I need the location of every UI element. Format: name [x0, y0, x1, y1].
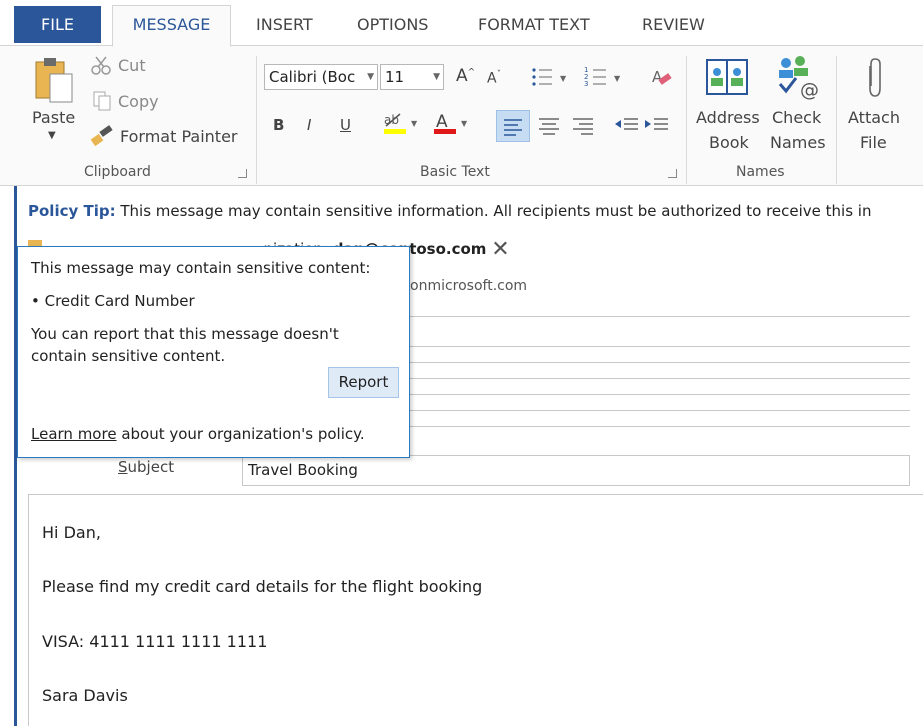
- align-right-icon[interactable]: [568, 110, 598, 144]
- learn-more-tail: about your organization's policy.: [121, 425, 365, 443]
- align-center-icon[interactable]: [534, 110, 564, 144]
- font-size-combo[interactable]: 11 ▼: [380, 64, 444, 90]
- body-signature: Sara Davis: [42, 686, 128, 705]
- popup-line-3: You can report that this message doesn't: [31, 325, 339, 343]
- decrease-indent-icon[interactable]: [612, 110, 642, 144]
- font-name-combo[interactable]: Calibri (Boc ▼: [264, 64, 378, 90]
- scissors-icon[interactable]: [90, 55, 114, 81]
- tab-review[interactable]: REVIEW: [628, 6, 719, 46]
- address-book-icon[interactable]: [704, 56, 750, 104]
- font-name-value: Calibri (Boc: [269, 68, 356, 86]
- shrink-font-icon[interactable]: Aˇ: [487, 70, 501, 87]
- group-separator: [256, 56, 257, 184]
- clipboard-group-label: Clipboard: [84, 164, 151, 180]
- paste-icon[interactable]: [32, 56, 76, 110]
- increase-indent-icon[interactable]: [642, 110, 672, 144]
- header-divider: [410, 346, 910, 347]
- address-book-label-2: Book: [709, 133, 749, 152]
- numbering-icon[interactable]: 1 2 3 ▼: [584, 64, 628, 94]
- popup-sensitive-type: • Credit Card Number: [31, 292, 195, 310]
- paste-button[interactable]: Paste: [32, 108, 75, 127]
- tab-file[interactable]: FILE: [14, 6, 101, 43]
- group-separator: [686, 56, 687, 184]
- ribbon-tabbar: FILE MESSAGE INSERT OPTIONS FORMAT TEXT …: [0, 0, 923, 47]
- body-line-2: VISA: 4111 1111 1111 1111: [42, 632, 268, 651]
- report-button[interactable]: Report: [328, 367, 399, 398]
- tab-message[interactable]: MESSAGE: [112, 5, 231, 47]
- header-divider: [410, 316, 910, 317]
- grow-font-icon[interactable]: A^: [456, 66, 475, 86]
- svg-text:@: @: [800, 79, 819, 100]
- body-greeting: Hi Dan,: [42, 523, 101, 542]
- paperclip-icon[interactable]: [862, 56, 886, 104]
- svg-text:▼: ▼: [411, 119, 418, 128]
- policy-tip-popup: This message may contain sensitive conte…: [17, 246, 410, 458]
- format-painter-button[interactable]: Format Painter: [120, 127, 237, 146]
- message-body[interactable]: Hi Dan, Please find my credit card detai…: [28, 494, 923, 726]
- clipboard-launcher-icon[interactable]: [238, 169, 247, 178]
- learn-more-link[interactable]: Learn more: [31, 425, 117, 443]
- close-icon[interactable]: ✕: [491, 237, 509, 262]
- policy-tip-bar[interactable]: Policy Tip: This message may contain sen…: [28, 202, 923, 220]
- font-color-icon[interactable]: A ▼: [432, 109, 472, 141]
- names-group-label: Names: [736, 164, 785, 180]
- align-left-icon: [504, 119, 522, 136]
- header-divider: [410, 378, 910, 379]
- svg-text:▼: ▼: [614, 74, 621, 83]
- align-left-button[interactable]: [496, 110, 530, 142]
- bullets-icon[interactable]: ▼: [530, 64, 574, 94]
- format-painter-icon[interactable]: [90, 124, 116, 150]
- svg-text:3: 3: [584, 80, 588, 88]
- subject-field[interactable]: Travel Booking: [242, 455, 910, 486]
- recipient-domain-fragment: onmicrosoft.com: [410, 278, 528, 294]
- clear-formatting-icon[interactable]: A: [650, 64, 674, 94]
- address-book-button[interactable]: Address: [696, 108, 760, 127]
- highlight-icon[interactable]: ab ▼: [382, 109, 422, 141]
- attach-file-button[interactable]: Attach: [848, 108, 900, 127]
- subject-value: Travel Booking: [248, 461, 358, 479]
- svg-text:▼: ▼: [461, 119, 468, 128]
- italic-button[interactable]: I: [307, 116, 311, 134]
- bold-button[interactable]: B: [273, 116, 284, 134]
- ribbon: Paste ▼ Cut Copy Format Painter Clipboar…: [0, 46, 923, 186]
- basic-text-group-label: Basic Text: [420, 164, 490, 180]
- popup-line-1: This message may contain sensitive conte…: [31, 259, 371, 277]
- check-names-icon[interactable]: @: [774, 54, 824, 104]
- header-divider: [410, 394, 910, 395]
- chevron-down-icon: ▼: [433, 72, 440, 82]
- tab-options[interactable]: OPTIONS: [343, 6, 442, 46]
- policy-tip-text: This message may contain sensitive infor…: [120, 202, 872, 220]
- cut-button[interactable]: Cut: [118, 56, 146, 75]
- copy-button[interactable]: Copy: [118, 92, 159, 111]
- paste-dropdown-icon[interactable]: ▼: [48, 130, 56, 141]
- header-divider: [410, 426, 910, 427]
- check-names-button[interactable]: Check: [772, 108, 821, 127]
- basic-text-launcher-icon[interactable]: [668, 169, 677, 178]
- attach-file-label-2: File: [860, 133, 887, 152]
- subject-label: Subject: [118, 458, 175, 476]
- tab-format-text[interactable]: FORMAT TEXT: [464, 6, 604, 46]
- chevron-down-icon: ▼: [367, 72, 374, 82]
- subject-label-rest: ubject: [127, 458, 175, 476]
- font-size-value: 11: [385, 68, 405, 86]
- underline-button[interactable]: U: [340, 116, 351, 134]
- header-divider: [410, 410, 910, 411]
- svg-text:▼: ▼: [560, 74, 567, 83]
- popup-line-4: contain sensitive content.: [31, 347, 226, 365]
- group-separator: [836, 56, 837, 184]
- header-divider: [410, 362, 910, 363]
- body-line-1: Please find my credit card details for t…: [42, 577, 483, 596]
- copy-icon[interactable]: [92, 90, 112, 116]
- check-names-label-2: Names: [770, 133, 826, 152]
- policy-tip-label: Policy Tip:: [28, 202, 116, 220]
- tab-insert[interactable]: INSERT: [242, 6, 327, 46]
